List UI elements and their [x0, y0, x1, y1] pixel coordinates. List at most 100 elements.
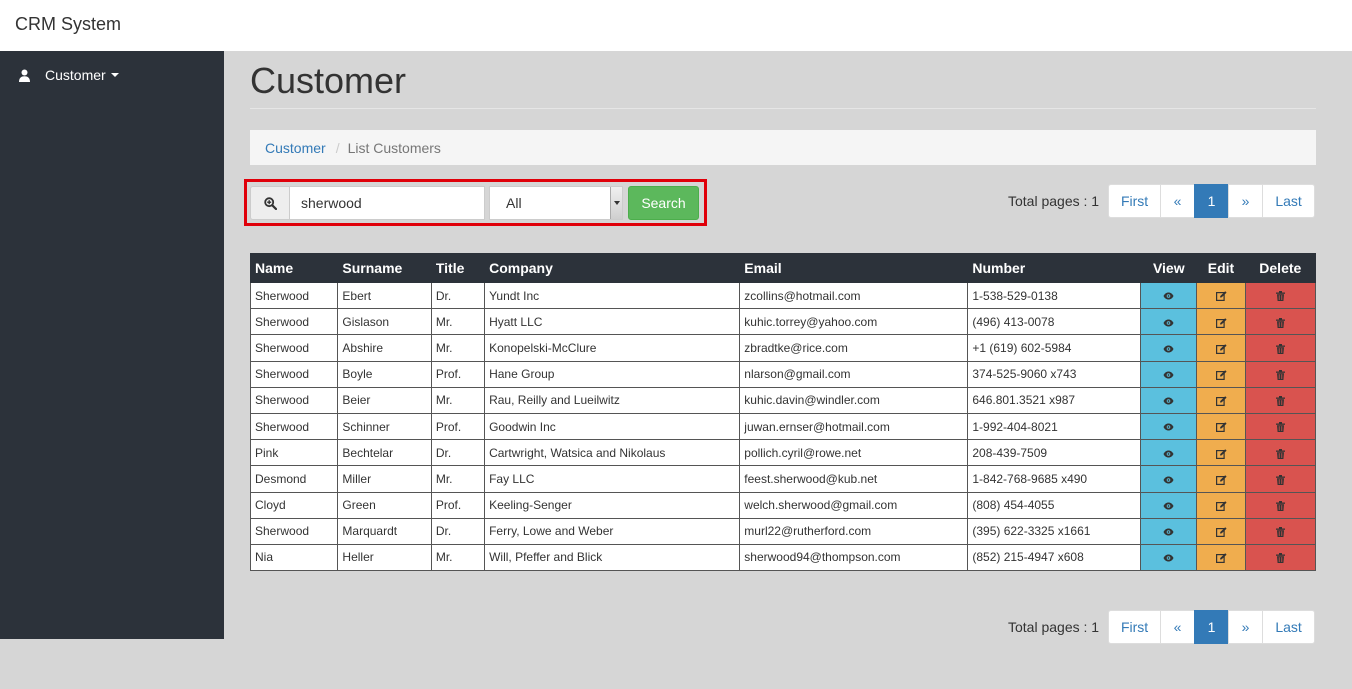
cell-number: 1-538-529-0138	[967, 281, 1142, 310]
cell-title: Prof.	[430, 360, 486, 388]
sidebar-item-label: Customer	[45, 67, 106, 83]
page-last-button[interactable]: Last	[1262, 184, 1316, 218]
column-header[interactable]: Number	[967, 253, 1142, 283]
view-button[interactable]	[1140, 281, 1198, 310]
table-row: Cloyd Green Prof. Keeling-Senger welch.sherw…	[249, 491, 1317, 519]
cell-company: Hyatt LLC	[484, 308, 741, 336]
page-last-button[interactable]: Last	[1262, 610, 1316, 644]
edit-button[interactable]	[1196, 439, 1246, 467]
breadcrumb-separator: /	[335, 139, 340, 156]
column-header[interactable]: Email	[739, 253, 969, 283]
breadcrumb-customer-link[interactable]: Customer	[265, 140, 326, 156]
view-button[interactable]	[1140, 465, 1198, 493]
view-button[interactable]	[1140, 543, 1198, 572]
cell-number: (496) 413-0078	[967, 308, 1142, 336]
cell-title: Prof.	[430, 412, 486, 441]
cell-number: 1-992-404-8021	[967, 412, 1142, 441]
edit-button[interactable]	[1196, 386, 1246, 414]
table-header-row: Name Surname Title Company Email Number …	[249, 253, 1317, 283]
table-row: Desmond Miller Mr. Fay LLC feest.sherwood@ku…	[249, 465, 1317, 493]
cell-name: Desmond	[249, 465, 339, 493]
view-button[interactable]	[1140, 308, 1198, 336]
page-first-button[interactable]: First	[1108, 184, 1162, 218]
cell-surname: Heller	[337, 543, 432, 572]
search-button[interactable]: Search	[628, 186, 699, 220]
eye-icon	[1163, 554, 1174, 562]
column-header[interactable]: Company	[484, 253, 741, 283]
view-button[interactable]	[1140, 334, 1198, 362]
cell-surname: Bechtelar	[337, 439, 432, 467]
cell-email: feest.sherwood@kub.net	[739, 465, 969, 493]
cell-number: +1 (619) 602-5984	[967, 334, 1142, 362]
eye-icon	[1163, 423, 1174, 431]
search-input[interactable]	[289, 186, 485, 220]
cell-company: Hane Group	[484, 360, 741, 388]
view-button[interactable]	[1140, 439, 1198, 467]
column-header[interactable]: Title	[430, 253, 486, 283]
trash-icon	[1275, 527, 1285, 538]
brand-title[interactable]: CRM System	[15, 14, 121, 35]
delete-button[interactable]	[1244, 281, 1317, 310]
page-prev-button[interactable]: «	[1160, 184, 1196, 218]
breadcrumb: Customer / List Customers	[250, 130, 1316, 165]
trash-icon	[1275, 474, 1285, 485]
trash-icon	[1275, 553, 1285, 564]
delete-button[interactable]	[1244, 439, 1317, 467]
view-button[interactable]	[1140, 517, 1198, 545]
cell-title: Dr.	[430, 281, 486, 310]
cell-name: Cloyd	[249, 491, 339, 519]
edit-button[interactable]	[1196, 281, 1246, 310]
edit-button[interactable]	[1196, 334, 1246, 362]
cell-company: Goodwin Inc	[484, 412, 741, 441]
delete-button[interactable]	[1244, 308, 1317, 336]
view-button[interactable]	[1140, 412, 1198, 441]
delete-button[interactable]	[1244, 465, 1317, 493]
delete-button[interactable]	[1244, 543, 1317, 572]
delete-button[interactable]	[1244, 412, 1317, 441]
cell-title: Mr.	[430, 334, 486, 362]
customers-table: Name Surname Title Company Email Number …	[249, 253, 1317, 572]
cell-surname: Marquardt	[337, 517, 432, 545]
view-button[interactable]	[1140, 360, 1198, 388]
trash-icon	[1275, 317, 1285, 328]
cell-company: Fay LLC	[484, 465, 741, 493]
total-pages-label: Total pages : 1	[1008, 619, 1100, 635]
eye-icon	[1163, 450, 1174, 458]
pagination-top: Total pages : 1 First « 1 » Last	[1008, 184, 1316, 218]
edit-button[interactable]	[1196, 465, 1246, 493]
edit-button[interactable]	[1196, 543, 1246, 572]
view-button[interactable]	[1140, 386, 1198, 414]
page-title: Customer	[250, 60, 407, 101]
delete-button[interactable]	[1244, 491, 1317, 519]
delete-button[interactable]	[1244, 517, 1317, 545]
edit-button[interactable]	[1196, 412, 1246, 441]
table-row: Sherwood Ebert Dr. Yundt Inc zcollins@hotmai…	[249, 281, 1317, 310]
search-filter-select[interactable]: All	[489, 186, 623, 220]
page-next-button[interactable]: »	[1228, 610, 1264, 644]
edit-button[interactable]	[1196, 491, 1246, 519]
edit-icon	[1215, 291, 1227, 302]
table-row: Sherwood Marquardt Dr. Ferry, Lowe and Webe…	[249, 517, 1317, 545]
edit-button[interactable]	[1196, 360, 1246, 388]
edit-button[interactable]	[1196, 517, 1246, 545]
column-header[interactable]: Surname	[337, 253, 432, 283]
view-button[interactable]	[1140, 491, 1198, 519]
page-current-button[interactable]: 1	[1194, 184, 1230, 218]
sidebar-item-customer[interactable]: Customer	[18, 67, 119, 83]
column-header: Edit	[1196, 253, 1246, 283]
page-next-button[interactable]: »	[1228, 184, 1264, 218]
page-prev-button[interactable]: «	[1160, 610, 1196, 644]
select-arrow-icon[interactable]	[610, 187, 622, 219]
edit-icon	[1215, 396, 1227, 407]
cell-name: Nia	[249, 543, 339, 572]
column-header[interactable]: Name	[249, 253, 339, 283]
page-first-button[interactable]: First	[1108, 610, 1162, 644]
caret-down-icon	[110, 73, 119, 77]
cell-number: (808) 454-4055	[967, 491, 1142, 519]
delete-button[interactable]	[1244, 334, 1317, 362]
delete-button[interactable]	[1244, 386, 1317, 414]
edit-button[interactable]	[1196, 308, 1246, 336]
page-current-button[interactable]: 1	[1194, 610, 1230, 644]
cell-title: Mr.	[430, 543, 486, 572]
delete-button[interactable]	[1244, 360, 1317, 388]
